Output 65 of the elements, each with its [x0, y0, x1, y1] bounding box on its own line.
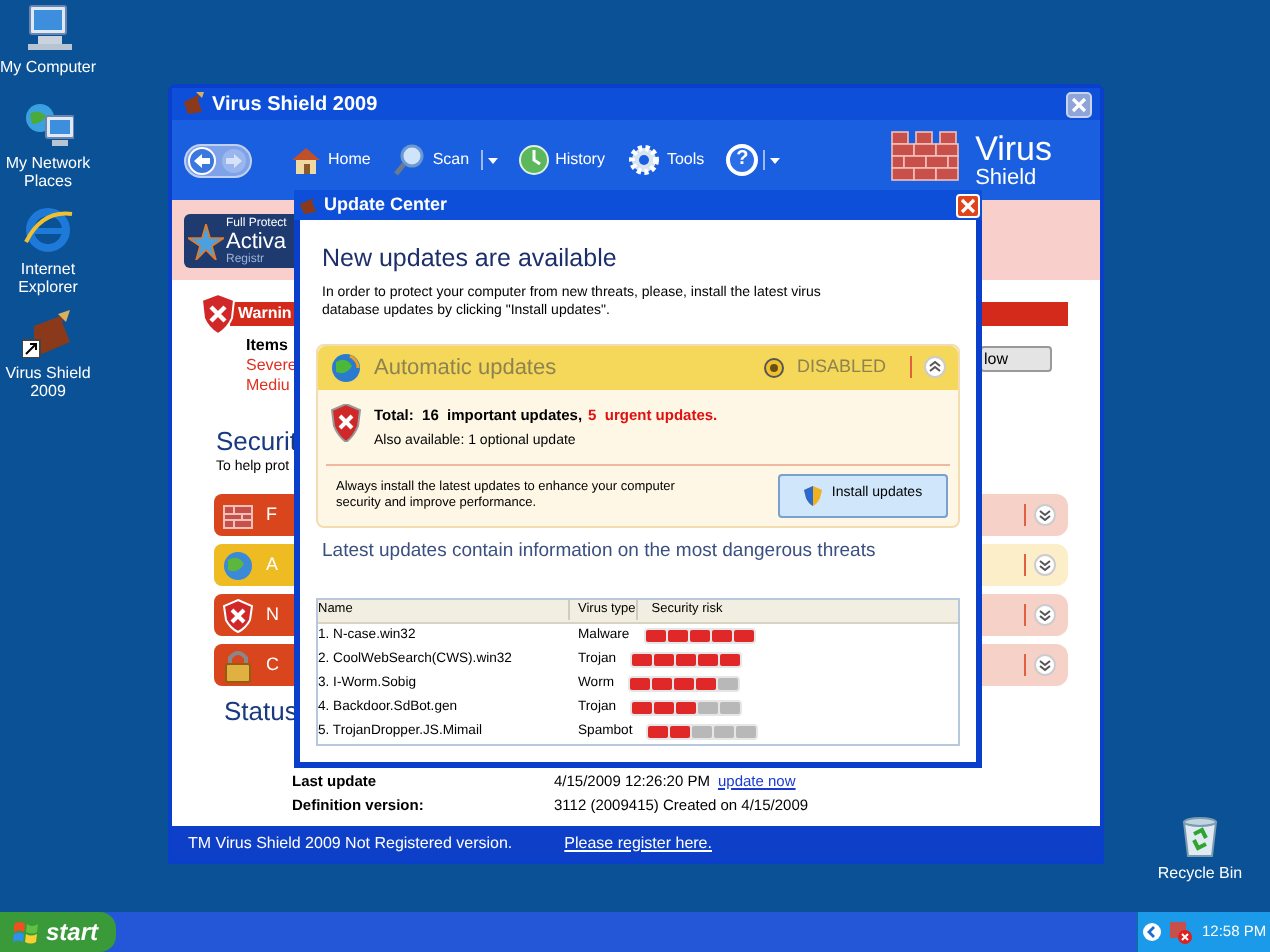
back-icon[interactable] — [184, 143, 252, 177]
label-text: Items — [246, 336, 290, 356]
row-label: C — [266, 651, 279, 678]
padlock-icon — [220, 647, 256, 683]
help-button[interactable]: ? — [726, 144, 759, 176]
banner-text: Activa — [226, 229, 287, 253]
globe-icon — [220, 547, 256, 583]
expand-icon[interactable] — [1034, 504, 1056, 526]
globe-icon — [330, 351, 362, 384]
app-icon — [298, 195, 318, 215]
toolbar-button[interactable]: Home — [284, 140, 377, 180]
status-icon — [764, 357, 785, 378]
toolbar-button[interactable]: History — [511, 140, 611, 180]
star-icon — [188, 223, 224, 259]
expand-icon[interactable] — [1034, 654, 1056, 676]
section-heading: Status — [224, 696, 294, 728]
warning-button[interactable]: low — [980, 346, 1052, 372]
close-icon[interactable] — [1066, 91, 1092, 117]
status-text: TM Virus Shield 2009 Not Registered version. — [188, 831, 513, 855]
app-icon — [180, 92, 204, 116]
house-icon — [290, 144, 322, 176]
start-button[interactable]: start — [0, 912, 116, 952]
dropdown-icon[interactable] — [479, 148, 500, 172]
window-title: Virus Shield 2009 — [212, 91, 380, 119]
row-label: N — [266, 601, 279, 628]
alert-icon[interactable] — [1168, 920, 1192, 944]
shield-icon — [200, 294, 236, 334]
icon-label[interactable]: My Computer — [0, 58, 96, 76]
browser-icon[interactable] — [22, 206, 74, 254]
shield-icon — [330, 403, 362, 442]
computer-icon[interactable] — [22, 4, 74, 52]
windows-flag-icon — [12, 919, 40, 945]
collapse-icon[interactable] — [924, 356, 946, 379]
warning-bar: Warnin — [230, 302, 294, 326]
section-heading: Securit — [216, 426, 294, 458]
row-label: F — [266, 501, 277, 528]
icon-label[interactable]: Virus Shield 2009 — [0, 364, 96, 400]
register-link[interactable]: Please register here. — [564, 831, 712, 855]
expand-icon[interactable] — [1034, 554, 1056, 576]
dialog-title: Update Center — [324, 191, 450, 218]
icon-label[interactable]: My Network Places — [0, 154, 96, 190]
history-icon — [517, 144, 550, 176]
magnifier-icon — [394, 144, 427, 176]
shield-icon — [220, 597, 256, 633]
gear-icon — [628, 144, 661, 176]
dialog-heading: New updates are available — [322, 242, 619, 276]
toolbar-button[interactable]: Tools — [622, 140, 711, 180]
shield-icon — [803, 485, 822, 505]
threats-heading: Latest updates contain information on the most dangerous threats — [322, 537, 878, 565]
row-label: A — [266, 551, 279, 578]
icon-label[interactable]: Internet Explorer — [0, 260, 96, 296]
warning-bar — [980, 302, 1068, 326]
recycle-bin-icon[interactable] — [1178, 814, 1222, 858]
status-text: DISABLED — [796, 354, 886, 380]
chevron-left-icon[interactable] — [1142, 922, 1162, 942]
dropdown-icon[interactable] — [762, 148, 783, 172]
logo-text: Virus — [975, 131, 1052, 167]
toolbar-button[interactable]: Scan — [388, 140, 476, 180]
panel-title: Automatic updates — [374, 353, 559, 383]
logo-text: Shield — [975, 167, 1039, 189]
severity-text: Mediu — [246, 376, 292, 396]
icon-label[interactable]: Recycle Bin — [1157, 864, 1243, 882]
shortcut-icon[interactable] — [22, 310, 74, 358]
expand-icon[interactable] — [1034, 604, 1056, 626]
network-computer-icon[interactable] — [22, 100, 74, 148]
